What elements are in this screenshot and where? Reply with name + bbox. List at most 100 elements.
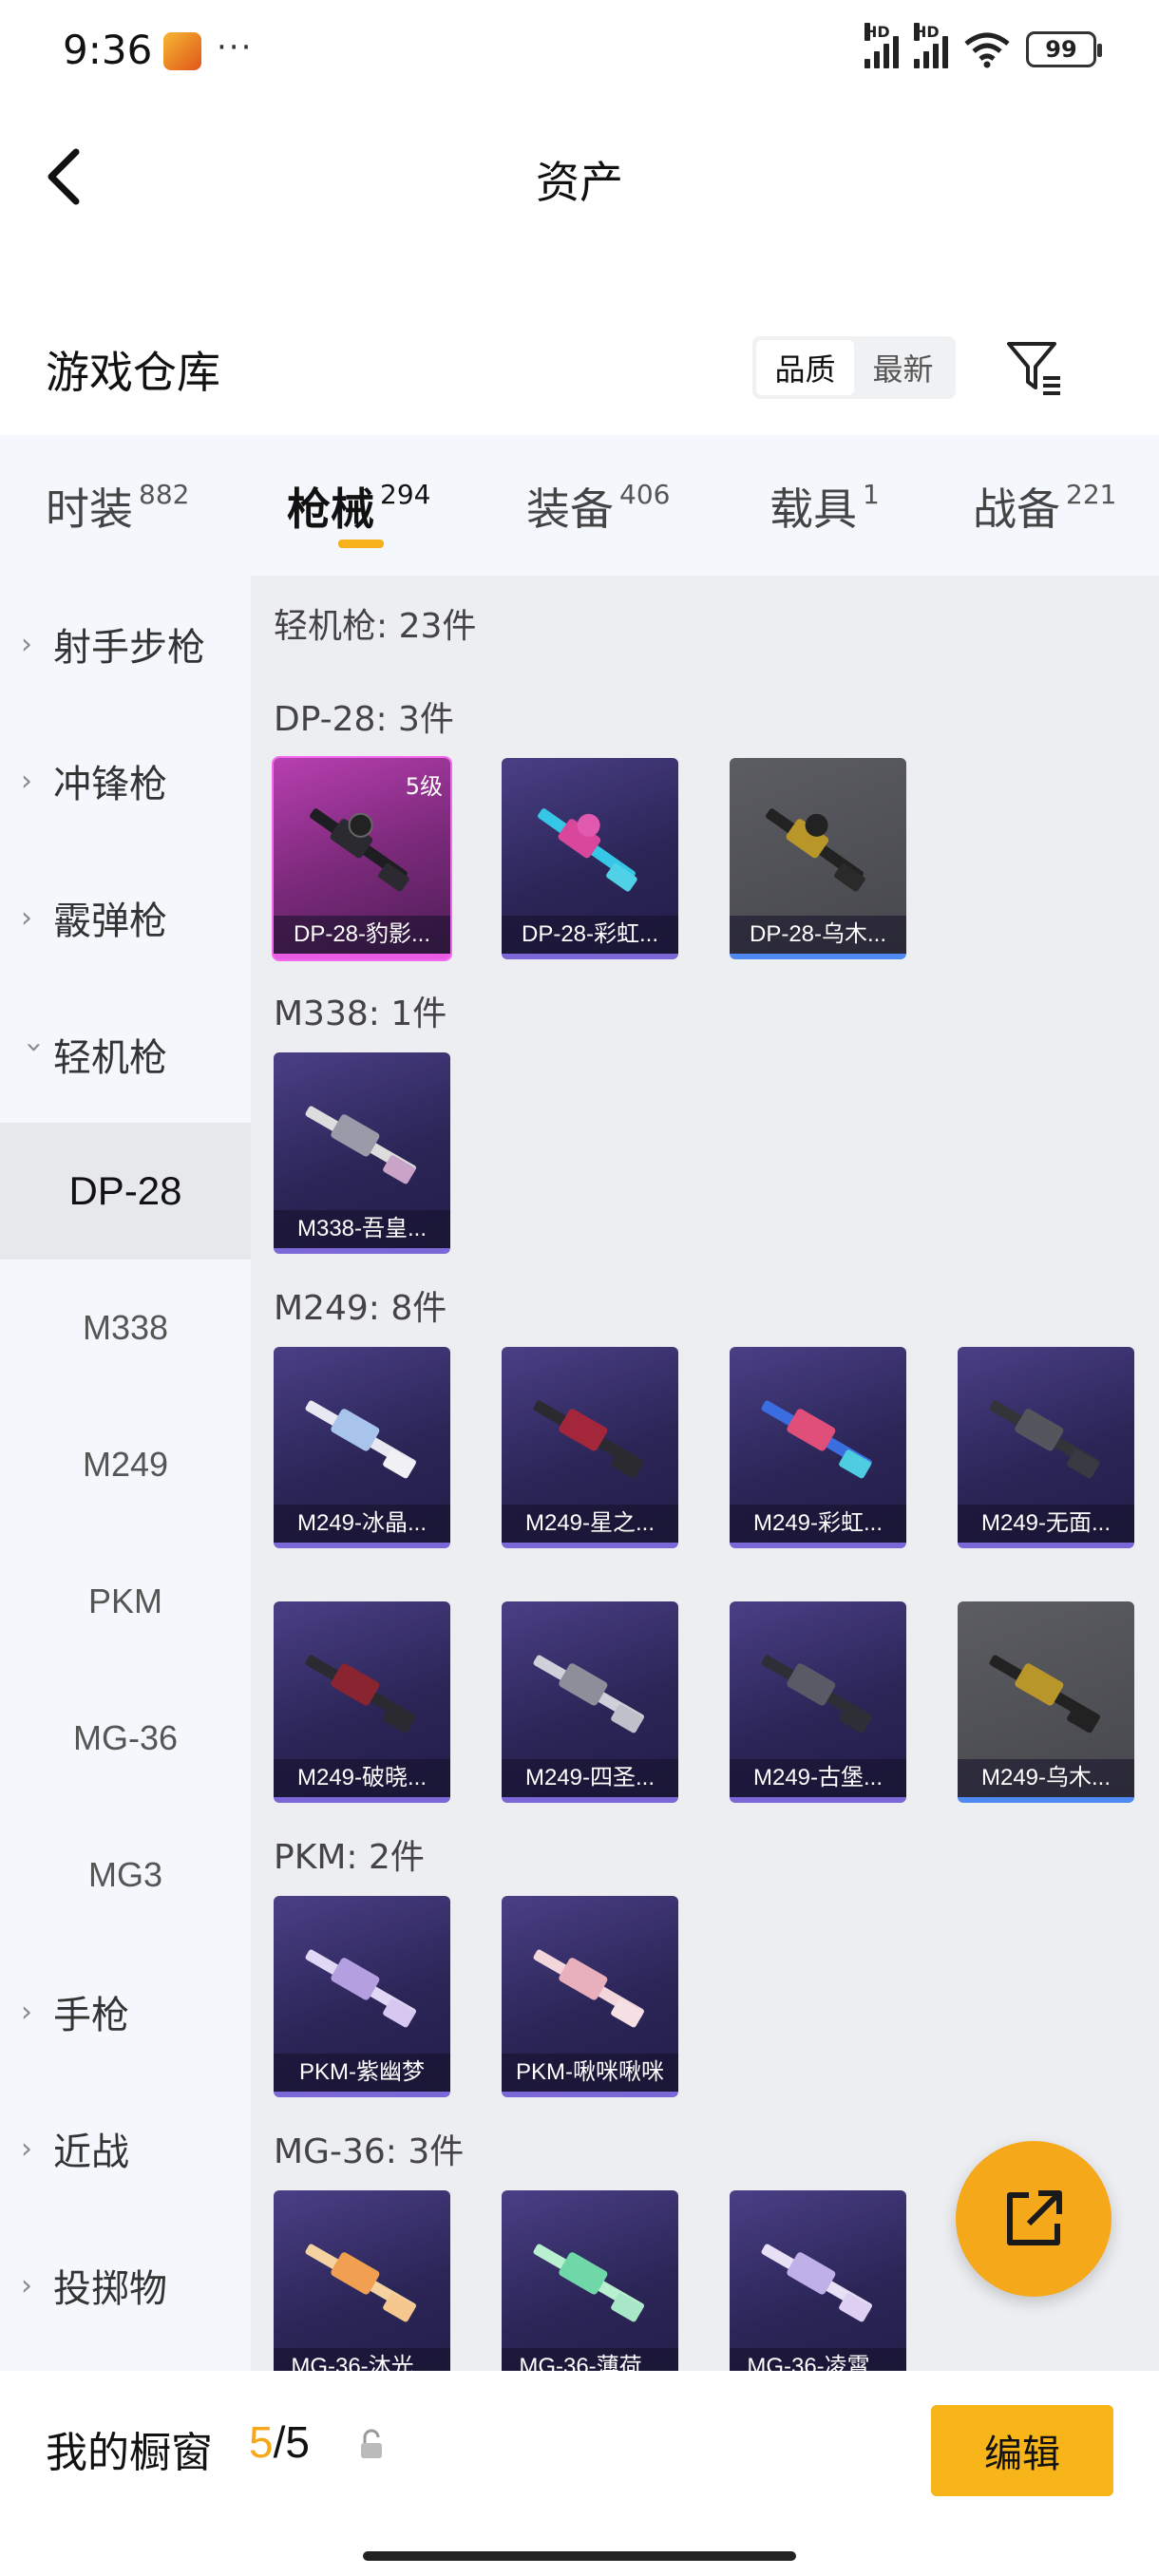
sidebar-sub-mg36[interactable]: MG-36 bbox=[0, 1670, 251, 1807]
showcase-label: 我的橱窗 bbox=[46, 2429, 213, 2477]
filter-button[interactable] bbox=[1005, 338, 1064, 397]
rifle-icon bbox=[761, 1655, 872, 1733]
share-button[interactable] bbox=[956, 2141, 1112, 2297]
rifle-icon bbox=[989, 1655, 1100, 1733]
item-card[interactable]: M249-星之... bbox=[502, 1347, 678, 1548]
external-link-icon bbox=[1007, 2190, 1062, 2245]
rifle-icon bbox=[310, 808, 409, 892]
sort-newest-button[interactable]: 最新 bbox=[854, 340, 952, 395]
tab-count: 1 bbox=[863, 479, 880, 510]
sidebar-sub-dp28[interactable]: DP-28 bbox=[0, 1123, 251, 1260]
edit-button[interactable]: 编辑 bbox=[931, 2405, 1113, 2496]
signal-icon-2: HD bbox=[914, 23, 948, 68]
item-card[interactable]: M249-破晓... bbox=[274, 1601, 450, 1803]
sidebar-item-label: 射手步枪 bbox=[53, 626, 205, 670]
rifle-icon bbox=[538, 808, 637, 892]
item-name: MG-36-沐光... bbox=[274, 2348, 450, 2371]
item-name: M338-吾皇... bbox=[274, 1210, 450, 1248]
chevron-down-icon: › bbox=[17, 1041, 51, 1052]
sidebar-item-lmg[interactable]: › 轻机枪 bbox=[0, 986, 251, 1123]
home-indicator[interactable] bbox=[363, 2551, 796, 2561]
rifle-icon bbox=[766, 808, 865, 892]
showcase-current: 5 bbox=[249, 2417, 274, 2467]
rifle-icon bbox=[305, 1949, 416, 2028]
chevron-right-icon: › bbox=[21, 2268, 32, 2302]
item-card[interactable]: M249-无面... bbox=[958, 1347, 1134, 1548]
lock-icon bbox=[361, 2429, 382, 2458]
sidebar-item-melee[interactable]: › 近战 bbox=[0, 2080, 251, 2217]
active-tab-indicator bbox=[338, 540, 384, 548]
sidebar-item-smg[interactable]: › 冲锋枪 bbox=[0, 712, 251, 849]
chevron-right-icon: › bbox=[21, 2131, 32, 2166]
items-content: 轻机枪: 23件 DP-28: 3件 5级 DP-28-豹影... DP-28-… bbox=[251, 576, 1159, 2371]
item-card[interactable]: 5级 DP-28-豹影... bbox=[272, 756, 452, 961]
chevron-right-icon: › bbox=[21, 1995, 32, 2029]
item-card[interactable]: MG-36-沐光... bbox=[274, 2190, 450, 2371]
group-title: M338: 1件 bbox=[274, 994, 447, 1033]
rifle-icon bbox=[761, 1400, 872, 1479]
item-card[interactable]: DP-28-彩虹... bbox=[502, 758, 678, 959]
tab-equipment[interactable]: 装备 406 bbox=[526, 475, 670, 538]
rifle-icon bbox=[305, 1106, 416, 1184]
item-name: M249-无面... bbox=[958, 1505, 1134, 1543]
sidebar-item-label: 冲锋枪 bbox=[53, 763, 167, 806]
filter-icon bbox=[1007, 342, 1060, 395]
sidebar-sub-pkm[interactable]: PKM bbox=[0, 1533, 251, 1670]
item-name: M249-乌木... bbox=[958, 1759, 1134, 1797]
tab-label: 装备 bbox=[526, 483, 614, 535]
tab-label: 枪械 bbox=[287, 483, 374, 535]
item-level-badge: 5级 bbox=[405, 773, 443, 800]
status-bar: 9:36 ··· HD HD 99 bbox=[0, 0, 1159, 104]
sort-quality-button[interactable]: 品质 bbox=[756, 340, 854, 395]
sidebar-item-pistol[interactable]: › 手枪 bbox=[0, 1943, 251, 2080]
sidebar-sub-m338[interactable]: M338 bbox=[0, 1260, 251, 1396]
item-card[interactable]: PKM-紫幽梦 bbox=[274, 1896, 450, 2097]
battery-icon: 99 bbox=[1026, 31, 1102, 67]
item-card[interactable]: MG-36-凌霄... bbox=[730, 2190, 906, 2371]
item-card[interactable]: M249-古堡... bbox=[730, 1601, 906, 1803]
item-card[interactable]: M338-吾皇... bbox=[274, 1052, 450, 1254]
chevron-right-icon: › bbox=[21, 764, 32, 798]
item-name: PKM-啾咪啾咪 bbox=[502, 2054, 678, 2092]
item-card[interactable]: M249-彩虹... bbox=[730, 1347, 906, 1548]
tab-fashion[interactable]: 时装 882 bbox=[46, 475, 189, 538]
status-more-icon: ··· bbox=[217, 28, 254, 66]
item-name: PKM-紫幽梦 bbox=[274, 2054, 450, 2092]
tab-label: 战备 bbox=[973, 483, 1060, 535]
group-title: M249: 8件 bbox=[274, 1289, 447, 1328]
item-name: M249-四圣... bbox=[502, 1759, 678, 1797]
sidebar-item-marksman[interactable]: › 射手步枪 bbox=[0, 576, 251, 712]
chevron-right-icon: › bbox=[21, 627, 32, 661]
sidebar-item-label: 手枪 bbox=[53, 1994, 129, 2037]
sidebar-item-label: 近战 bbox=[53, 2131, 129, 2174]
sidebar-sub-m249[interactable]: M249 bbox=[0, 1396, 251, 1533]
item-card[interactable]: PKM-啾咪啾咪 bbox=[502, 1896, 678, 2097]
category-tabs: 时装 882 枪械 294 装备 406 载具 1 战备 221 bbox=[0, 435, 1159, 576]
showcase-count: 5/5 bbox=[249, 2417, 310, 2467]
item-name: MG-36-薄荷... bbox=[502, 2348, 678, 2371]
page-title: 资产 bbox=[536, 157, 623, 208]
tab-guns[interactable]: 枪械 294 bbox=[287, 475, 430, 538]
group-title: MG-36: 3件 bbox=[274, 2132, 465, 2171]
tab-count: 221 bbox=[1066, 479, 1117, 510]
item-name: DP-28-乌木... bbox=[730, 916, 906, 954]
sidebar-item-label: 投掷物 bbox=[53, 2267, 167, 2311]
sidebar-sub-mg3[interactable]: MG3 bbox=[0, 1807, 251, 1943]
item-card[interactable]: MG-36-薄荷... bbox=[502, 2190, 678, 2371]
tab-supplies[interactable]: 战备 221 bbox=[973, 475, 1116, 538]
item-card[interactable]: M249-乌木... bbox=[958, 1601, 1134, 1803]
item-card[interactable]: DP-28-乌木... bbox=[730, 758, 906, 959]
item-card[interactable]: M249-冰晶... bbox=[274, 1347, 450, 1548]
sidebar-item-label: 霰弹枪 bbox=[53, 900, 167, 943]
item-card[interactable]: M249-四圣... bbox=[502, 1601, 678, 1803]
signal-icon: HD bbox=[864, 23, 899, 68]
tab-label: 载具 bbox=[770, 483, 857, 535]
sidebar-item-throwable[interactable]: › 投掷物 bbox=[0, 2217, 251, 2354]
rifle-icon bbox=[989, 1400, 1100, 1479]
sidebar-item-shotgun[interactable]: › 霰弹枪 bbox=[0, 849, 251, 986]
tab-count: 294 bbox=[380, 479, 431, 510]
category-header: 轻机枪: 23件 bbox=[274, 607, 477, 646]
sidebar-item-label: 轻机枪 bbox=[53, 1036, 167, 1080]
tab-label: 时装 bbox=[46, 483, 133, 535]
tab-vehicles[interactable]: 载具 1 bbox=[770, 475, 880, 538]
